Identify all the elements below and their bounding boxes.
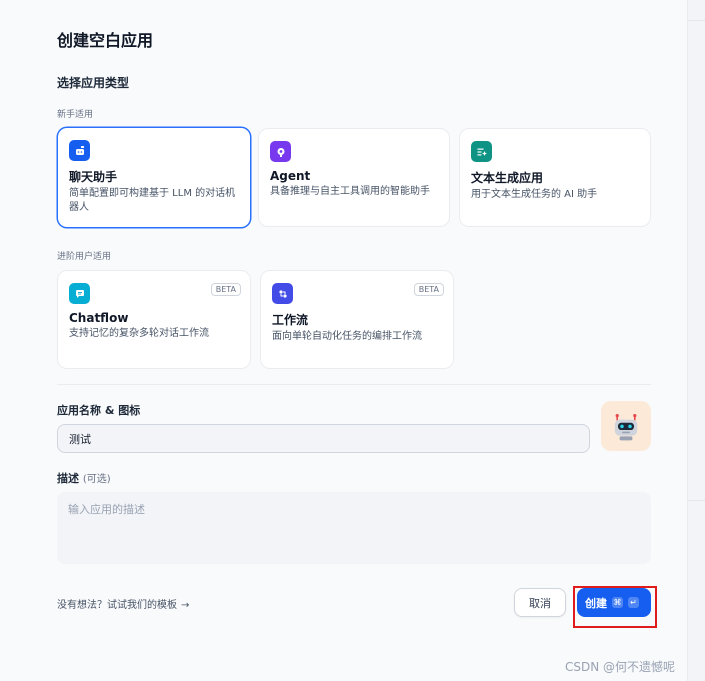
chat-bot-icon xyxy=(69,140,90,161)
annotation-highlight-box xyxy=(573,586,657,628)
chatflow-icon xyxy=(69,283,90,304)
robot-emoji-icon xyxy=(614,414,638,441)
app-type-card-chatflow[interactable]: BETA Chatflow 支持记忆的复杂多轮对话工作流 xyxy=(57,270,251,369)
app-type-desc: 具备推理与自主工具调用的智能助手 xyxy=(270,186,430,197)
try-templates-link[interactable]: 没有想法？试试我们的模板 → xyxy=(57,596,189,611)
app-type-card-workflow[interactable]: BETA 工作流 面向单轮自动化任务的编排工作流 xyxy=(260,270,454,369)
section-divider xyxy=(57,384,651,385)
app-type-name: Agent xyxy=(270,169,311,183)
app-type-desc: 支持记忆的复杂多轮对话工作流 xyxy=(69,328,209,339)
cancel-button[interactable]: 取消 xyxy=(514,588,566,617)
text-generation-icon xyxy=(471,141,492,162)
side-panel-edge xyxy=(687,0,705,681)
app-type-name: 文本生成应用 xyxy=(471,171,544,185)
dialog-title: 创建空白应用 xyxy=(57,31,154,50)
description-placeholder: 输入应用的描述 xyxy=(68,503,145,516)
app-type-name: 聊天助手 xyxy=(69,170,118,184)
beta-badge: BETA xyxy=(210,283,241,296)
app-name-label: 应用名称 & 图标 xyxy=(57,404,141,417)
app-name-input[interactable]: 测试 xyxy=(57,424,590,453)
app-type-desc: 用于文本生成任务的 AI 助手 xyxy=(471,189,598,200)
create-app-dialog: 创建空白应用 选择应用类型 新手适用 聊天助手 简单配置即可构建基于 LLM 的… xyxy=(0,0,687,681)
app-type-card-text-generation[interactable]: 文本生成应用 用于文本生成任务的 AI 助手 xyxy=(459,128,651,227)
app-type-section-label: 选择应用类型 xyxy=(57,76,130,90)
watermark: CSDN @何不遗憾呢 xyxy=(564,660,675,674)
app-type-card-agent[interactable]: Agent 具备推理与自主工具调用的智能助手 xyxy=(258,128,450,227)
app-type-name: 工作流 xyxy=(272,313,309,327)
app-type-desc: 简单配置即可构建基于 LLM 的对话机器人 xyxy=(69,188,236,213)
app-icon-picker[interactable] xyxy=(601,401,651,451)
try-templates-text: 没有想法？试试我们的模板 xyxy=(57,600,177,611)
arrow-right-icon: → xyxy=(181,600,190,611)
app-type-name: Chatflow xyxy=(69,311,129,325)
description-textarea[interactable]: 输入应用的描述 xyxy=(57,492,651,564)
description-optional-hint: (可选) xyxy=(82,474,111,485)
workflow-icon xyxy=(272,283,293,304)
app-type-card-chat-assistant[interactable]: 聊天助手 简单配置即可构建基于 LLM 的对话机器人 xyxy=(57,127,251,228)
beginner-group-label: 新手适用 xyxy=(57,110,94,120)
app-type-desc: 面向单轮自动化任务的编排工作流 xyxy=(272,331,422,342)
description-label: 描述 (可选) xyxy=(57,470,111,486)
description-label-text: 描述 xyxy=(57,472,79,485)
beta-badge: BETA xyxy=(413,283,444,296)
agent-icon xyxy=(270,141,291,162)
advanced-group-label: 进阶用户适用 xyxy=(57,252,112,262)
app-name-value: 测试 xyxy=(69,432,91,446)
